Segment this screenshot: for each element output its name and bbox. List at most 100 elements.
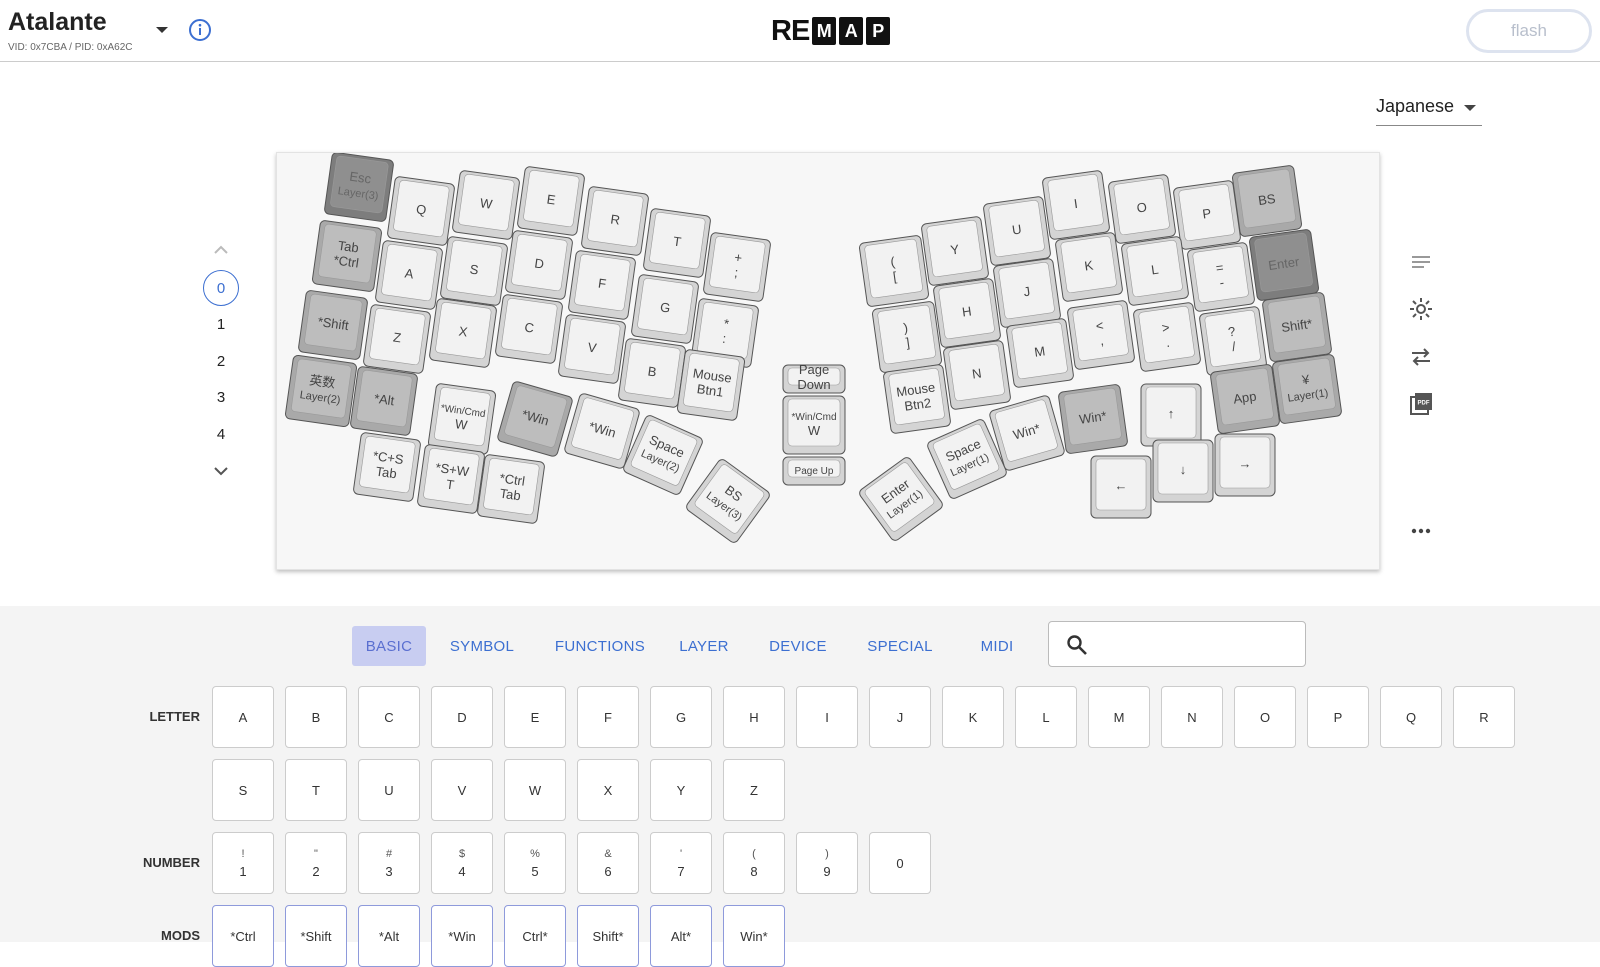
keycode-button[interactable]: % 5 xyxy=(504,832,566,894)
keycode-button[interactable]: N xyxy=(1161,686,1223,748)
keyboard-key[interactable]: *Alt xyxy=(350,366,418,436)
keyboard-key[interactable]: → xyxy=(1214,433,1276,497)
keyboard-key[interactable]: *Win xyxy=(497,381,574,458)
layer-down-chevron-icon[interactable] xyxy=(212,465,230,477)
keycode-button[interactable]: Y xyxy=(650,759,712,821)
layer-up-chevron-icon[interactable] xyxy=(212,244,230,256)
keyboard-key[interactable]: <, xyxy=(1067,300,1135,370)
tab-midi[interactable]: MIDI xyxy=(962,626,1032,666)
keycode-button[interactable]: L xyxy=(1015,686,1077,748)
keycode-button[interactable]: ) 9 xyxy=(796,832,858,894)
language-select[interactable]: Japanese xyxy=(1376,94,1482,126)
keycode-button[interactable]: M xyxy=(1088,686,1150,748)
keyboard-key[interactable]: L xyxy=(1121,236,1189,306)
keycode-button[interactable]: U xyxy=(358,759,420,821)
keyboard-key[interactable]: K xyxy=(1055,232,1123,302)
keyboard-key[interactable]: *S+WT xyxy=(417,444,485,514)
keyboard-key[interactable]: +; xyxy=(703,232,771,302)
keyboard-key[interactable]: MouseBtn2 xyxy=(883,364,951,434)
info-icon[interactable] xyxy=(188,18,212,42)
keyboard-key[interactable]: X xyxy=(429,298,497,368)
keycode-button[interactable]: V xyxy=(431,759,493,821)
keyboard-key[interactable]: J xyxy=(993,258,1061,328)
keycode-button[interactable]: J xyxy=(869,686,931,748)
tab-basic[interactable]: BASIC xyxy=(352,626,426,666)
keycode-button[interactable]: ! 1 xyxy=(212,832,274,894)
keyboard-key[interactable]: >. xyxy=(1133,302,1201,372)
keyboard-key[interactable]: PageDown xyxy=(782,362,846,394)
keyboard-key[interactable]: Win* xyxy=(1058,384,1128,454)
keycode-button[interactable]: " 2 xyxy=(285,832,347,894)
keyboard-key[interactable]: EnterLayer(1) xyxy=(858,456,945,543)
tab-special[interactable]: SPECIAL xyxy=(858,626,942,666)
keycode-button[interactable]: (8 xyxy=(723,832,785,894)
keyboard-key[interactable]: ↓ xyxy=(1152,439,1214,503)
keyboard-key[interactable]: N xyxy=(943,340,1011,410)
layer-1[interactable]: 1 xyxy=(203,307,239,343)
keyboard-key[interactable]: MouseBtn1 xyxy=(676,349,746,421)
keycode-button[interactable]: S xyxy=(212,759,274,821)
keyboard-key[interactable]: ?/ xyxy=(1199,306,1267,376)
keyboard-key[interactable]: 英数Layer(2) xyxy=(285,355,357,427)
keyboard-key[interactable]: )] xyxy=(871,301,943,373)
keycode-button[interactable]: C xyxy=(358,686,420,748)
keycode-button[interactable]: *Shift xyxy=(285,905,347,967)
keyboard-key[interactable]: I xyxy=(1042,170,1110,240)
keycode-button[interactable]: R xyxy=(1453,686,1515,748)
keyboard-key[interactable]: Enter xyxy=(1248,229,1320,301)
keyboard-key[interactable]: ↑ xyxy=(1140,383,1202,447)
keyboard-key[interactable]: ¥Layer(1) xyxy=(1272,354,1342,424)
keycode-button[interactable]: P xyxy=(1307,686,1369,748)
keyboard-key[interactable]: Q xyxy=(387,176,455,246)
keyboard-key[interactable]: U xyxy=(983,196,1051,266)
keyboard-key[interactable]: Page Up xyxy=(782,456,846,486)
keycode-button[interactable]: T xyxy=(285,759,347,821)
keyboard-key[interactable]: S xyxy=(440,236,508,306)
keycode-button[interactable]: H xyxy=(723,686,785,748)
keycode-button[interactable]: & 6 xyxy=(577,832,639,894)
keycode-button[interactable]: D xyxy=(431,686,493,748)
keyboard-key[interactable]: V xyxy=(558,314,626,384)
keyboard-key[interactable]: *CtrlTab xyxy=(477,454,545,524)
keycode-button[interactable]: $4 xyxy=(431,832,493,894)
keyboard-key[interactable]: B xyxy=(618,338,686,408)
keyboard-key[interactable]: Z xyxy=(363,304,431,374)
keyboard-key[interactable]: *Shift xyxy=(298,290,368,360)
tab-functions[interactable]: FUNCTIONS xyxy=(546,626,654,666)
keyboard-key[interactable]: *Win/CmdW xyxy=(427,383,497,455)
keycode-button[interactable]: X xyxy=(577,759,639,821)
keycode-button[interactable]: G xyxy=(650,686,712,748)
keyboard-key[interactable]: W xyxy=(452,170,520,240)
keyboard-key[interactable]: T xyxy=(643,208,711,278)
keycode-button[interactable]: Shift* xyxy=(577,905,639,967)
layer-2[interactable]: 2 xyxy=(203,343,239,379)
keyboard-key[interactable]: A xyxy=(375,240,443,310)
keyboard-key[interactable]: App xyxy=(1210,364,1280,434)
layer-3[interactable]: 3 xyxy=(203,380,239,416)
keycode-button[interactable]: Q xyxy=(1380,686,1442,748)
more-icon[interactable] xyxy=(1408,518,1434,544)
keyboard-key[interactable]: C xyxy=(495,294,563,364)
flash-button[interactable]: flash xyxy=(1466,9,1592,53)
keycode-button[interactable]: K xyxy=(942,686,1004,748)
keyboard-key[interactable]: H xyxy=(933,278,1001,348)
keycode-button[interactable]: A xyxy=(212,686,274,748)
tab-layer[interactable]: LAYER xyxy=(670,626,738,666)
keyboard-key[interactable]: D xyxy=(505,230,573,300)
keyboard-key[interactable]: EscLayer(3) xyxy=(324,153,394,222)
keyboard-key[interactable]: Y xyxy=(921,216,989,286)
tab-symbol[interactable]: SYMBOL xyxy=(440,626,524,666)
keyboard-key[interactable]: P xyxy=(1173,180,1241,250)
keycode-button[interactable]: O xyxy=(1234,686,1296,748)
keycode-button[interactable]: B xyxy=(285,686,347,748)
keycode-button[interactable]: ' 7 xyxy=(650,832,712,894)
keyboard-name[interactable]: Atalante xyxy=(8,8,107,37)
tab-device[interactable]: DEVICE xyxy=(758,626,838,666)
keycode-button[interactable]: #3 xyxy=(358,832,420,894)
keycode-button[interactable]: E xyxy=(504,686,566,748)
keyboard-key[interactable]: *Win/CmdW xyxy=(782,395,846,455)
keyboard-key[interactable]: E xyxy=(517,166,585,236)
keyboard-key[interactable]: *C+STab xyxy=(353,432,421,502)
keyboard-key[interactable]: =- xyxy=(1187,242,1255,312)
pdf-icon[interactable]: PDF xyxy=(1408,391,1434,417)
